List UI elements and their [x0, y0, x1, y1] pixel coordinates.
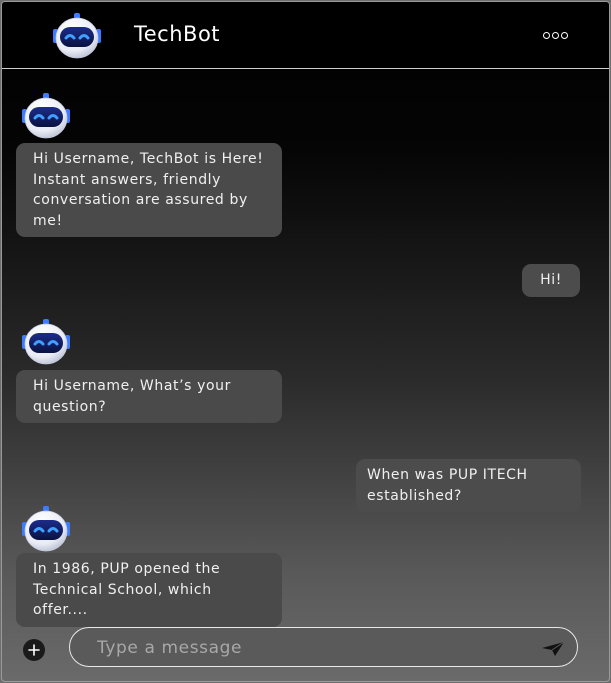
message-input[interactable] — [95, 634, 519, 662]
more-options-button[interactable] — [538, 27, 572, 43]
chat-title: TechBot — [134, 22, 221, 46]
plus-icon — [28, 644, 40, 656]
more-options-icon — [560, 31, 568, 39]
robot-avatar-icon — [20, 92, 72, 140]
message-composer — [69, 627, 578, 667]
more-options-icon — [542, 31, 550, 39]
bot-message-bubble: In 1986, PUP opened the Technical School… — [16, 553, 282, 627]
bot-message-bubble: Hi Username, TechBot is Here! Instant an… — [16, 143, 282, 237]
bot-message-bubble: Hi Username, What’s your question? — [16, 370, 282, 423]
send-icon[interactable] — [540, 639, 566, 659]
user-message-bubble: Hi! — [522, 264, 580, 297]
more-options-icon — [551, 31, 559, 39]
add-attachment-button[interactable] — [23, 639, 45, 661]
robot-avatar-icon — [51, 12, 103, 60]
robot-avatar-icon — [20, 318, 72, 366]
user-message-bubble: When was PUP ITECH established? — [356, 459, 581, 512]
chat-window: TechBot Hi Username, TechBot is Here! In… — [1, 1, 610, 682]
chat-header: TechBot — [2, 2, 609, 69]
robot-avatar-icon — [20, 505, 72, 553]
